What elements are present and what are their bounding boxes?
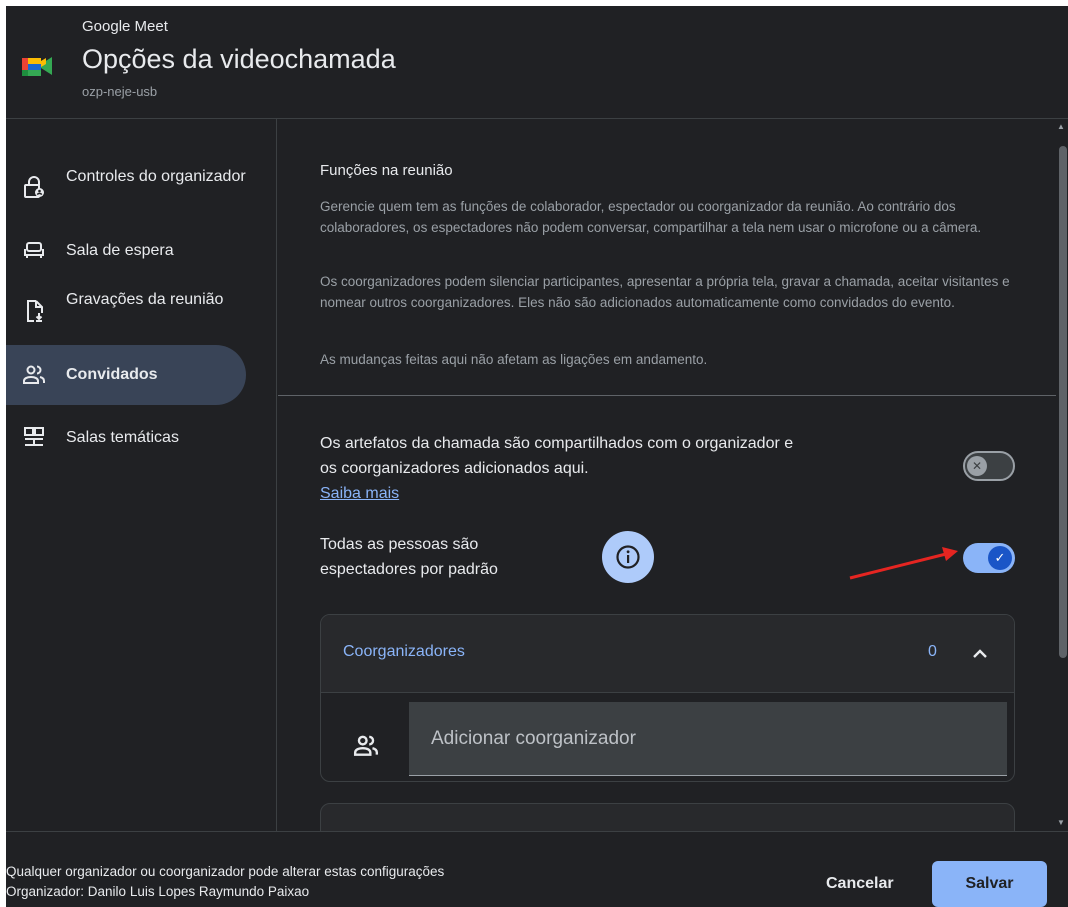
info-icon [616,545,640,569]
file-download-icon [27,300,43,322]
dialog-title: Opções da videochamada [82,44,396,74]
artifacts-sharing-label: Os artefatos da chamada são compartilhad… [320,435,794,477]
changes-note: As mudanças feitas aqui não afetam as li… [320,352,708,367]
sidebar-item-label: Gravações da reunião [66,291,224,308]
close-icon: ✕ [967,456,987,476]
people-icon [23,365,45,384]
scroll-up-icon[interactable]: ▲ [1057,122,1065,131]
chair-icon [24,242,44,258]
cancel-button[interactable]: Cancelar [814,866,906,902]
organizer-name: Organizador: Danilo Luis Lopes Raymundo … [6,884,310,899]
chevron-up-icon[interactable] [971,645,989,663]
save-button[interactable]: Salvar [932,861,1047,907]
sidebar-item-waiting-room[interactable]: Sala de espera [6,227,246,275]
collaborators-panel[interactable] [320,803,1015,831]
sidebar-item-guests[interactable]: Convidados [6,345,246,405]
learn-more-link[interactable]: Saiba mais [320,481,399,506]
people-icon [353,735,379,756]
sidebar-item-label: Convidados [66,366,158,383]
cohosts-count: 0 [928,643,937,660]
google-meet-logo [22,57,52,76]
breakout-rooms-icon [24,427,44,446]
sidebar-item-recordings[interactable]: Gravações da reunião [6,281,246,341]
sidebar-item-breakout-rooms[interactable]: Salas temáticas [6,415,246,459]
cohosts-description: Os coorganizadores podem silenciar parti… [320,274,1010,310]
dialog-footer: Qualquer organizador ou coorganizador po… [6,831,1068,907]
sidebar-item-host-controls[interactable]: Controles do organizador [6,153,246,223]
section-divider [278,395,1056,396]
dialog-header: Google Meet Opções da videochamada ozp-n… [6,6,1068,119]
sidebar-item-label: Salas temáticas [66,429,179,446]
meeting-code: ozp-neje-usb [82,84,158,99]
check-icon: ✓ [988,546,1012,570]
artifacts-sharing-toggle[interactable]: ✕ [963,451,1015,481]
lock-person-icon [24,176,44,198]
permissions-note: Qualquer organizador ou coorganizador po… [6,864,445,879]
add-cohost-input[interactable] [409,702,1007,776]
app-name: Google Meet [82,18,168,35]
cohosts-panel-header[interactable]: Coorganizadores 0 [321,615,1014,693]
default-viewers-toggle[interactable]: ✓ [963,543,1015,573]
info-button[interactable] [602,531,654,583]
sidebar-item-label: Controles do organizador [66,168,246,185]
annotation-arrow [849,547,958,580]
scroll-down-icon[interactable]: ▼ [1057,818,1065,827]
sidebar-item-label: Sala de espera [66,242,174,259]
cohosts-title: Coorganizadores [343,643,465,660]
sidebar: Controles do organizador Sala de espera … [6,119,277,831]
scrollbar-thumb[interactable] [1059,146,1067,658]
roles-description: Gerencie quem tem as funções de colabora… [320,199,982,235]
section-title: Funções na reunião [320,162,453,179]
default-viewers-label: Todas as pessoas são espectadores por pa… [320,536,498,578]
guests-settings-panel[interactable]: Funções na reunião Gerencie quem tem as … [278,119,1056,831]
cohosts-panel: Coorganizadores 0 [320,614,1015,782]
meeting-options-dialog: Google Meet Opções da videochamada ozp-n… [6,6,1068,907]
